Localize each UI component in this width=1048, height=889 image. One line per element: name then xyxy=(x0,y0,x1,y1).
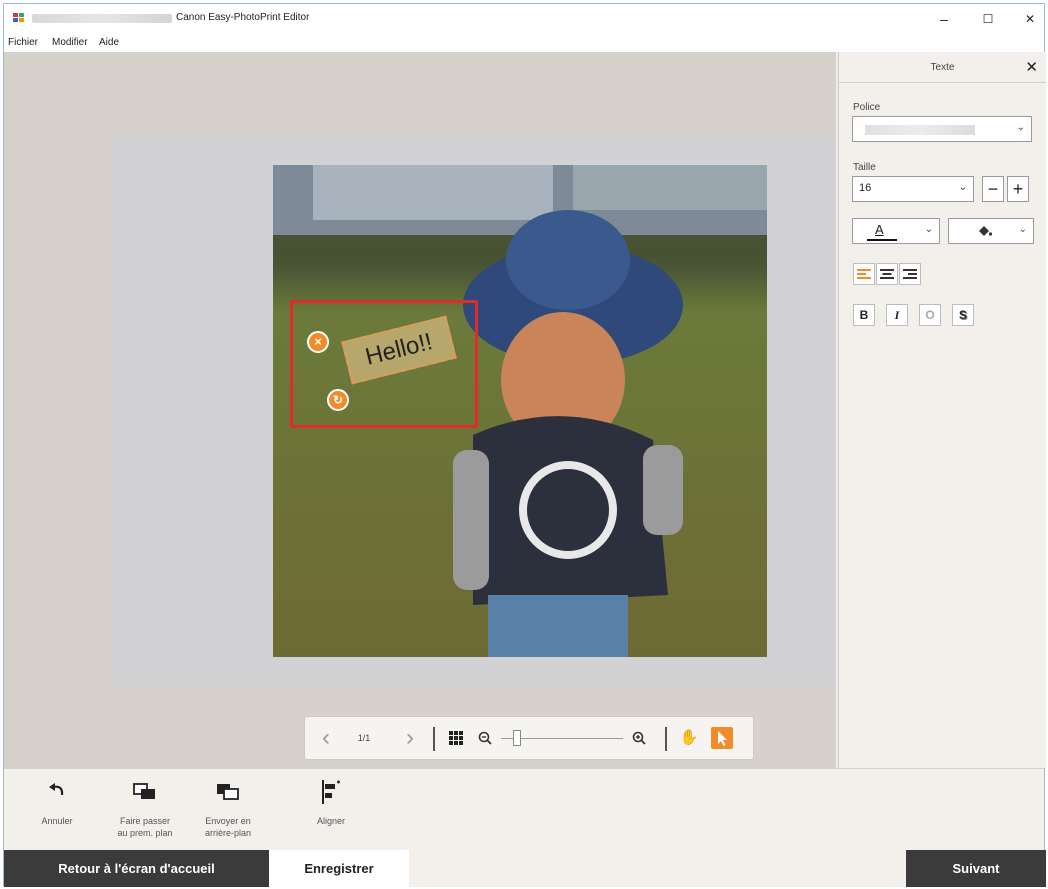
menu-bar: Fichier Modifier Aide xyxy=(4,34,1044,52)
align-left-button[interactable] xyxy=(853,263,875,285)
align-icon xyxy=(322,780,340,804)
panel-title: Texte xyxy=(930,62,955,73)
send-back-label-2: arrière-plan xyxy=(204,828,252,838)
align-right-button[interactable] xyxy=(899,263,921,285)
title-blurred-text xyxy=(32,14,172,23)
send-back-label-1: Envoyer en xyxy=(205,816,251,826)
app-icon xyxy=(13,13,24,22)
font-name-blurred xyxy=(865,125,975,135)
footer-bar: Retour à l'écran d'accueil Enregistrer S… xyxy=(4,850,1046,887)
chevron-down-icon: ⌄ xyxy=(958,182,967,193)
italic-button[interactable]: I xyxy=(886,304,908,326)
close-button[interactable]: ✕ xyxy=(1016,8,1044,30)
undo-button[interactable]: Annuler xyxy=(22,779,92,827)
undo-icon xyxy=(49,783,64,796)
separator xyxy=(433,727,435,751)
align-label: Aligner xyxy=(316,816,345,826)
text-panel: Texte ✕ Police ⌄ Taille 16 ⌄ − + A ⌄ ⌄ B… xyxy=(838,52,1046,768)
zoom-out-icon[interactable] xyxy=(475,717,495,759)
decrease-size-button[interactable]: − xyxy=(982,176,1004,202)
menu-aide[interactable]: Aide xyxy=(99,37,119,48)
text-color-icon: A xyxy=(875,222,884,237)
zoom-slider-thumb[interactable] xyxy=(513,730,521,746)
delete-handle-icon[interactable]: × xyxy=(307,331,329,353)
grid-view-icon[interactable] xyxy=(445,717,467,759)
command-bar: Annuler Faire passer au prem. plan Envoye… xyxy=(4,768,1044,850)
outline-button[interactable]: O xyxy=(919,304,941,326)
view-toolbar: ‹ 1/1 › ✋ xyxy=(304,716,754,760)
text-color-swatch xyxy=(867,239,897,241)
zoom-in-icon[interactable] xyxy=(629,717,649,759)
font-select[interactable]: ⌄ xyxy=(852,116,1032,142)
align-right-icon xyxy=(903,269,917,279)
undo-label: Annuler xyxy=(41,816,73,826)
next-button[interactable]: Suivant xyxy=(906,850,1046,887)
shadow-button[interactable]: S xyxy=(952,304,974,326)
bring-front-icon xyxy=(133,783,155,799)
size-label: Taille xyxy=(853,162,876,173)
canvas-area: Hello!! × ↻ ‹ 1/1 › ✋ xyxy=(4,52,836,768)
minimize-button[interactable]: – xyxy=(930,8,958,30)
page-indicator: 1/1 xyxy=(357,733,371,743)
send-back-icon xyxy=(217,784,239,800)
print-page: Hello!! × ↻ xyxy=(112,135,836,687)
photo[interactable]: Hello!! × ↻ xyxy=(273,165,767,657)
align-center-icon xyxy=(880,269,894,279)
home-button[interactable]: Retour à l'écran d'accueil xyxy=(4,850,269,887)
panel-close-icon[interactable]: ✕ xyxy=(1025,58,1038,76)
window-title: Canon Easy-PhotoPrint Editor xyxy=(176,12,310,23)
divider xyxy=(839,82,1046,83)
save-button[interactable]: Enregistrer xyxy=(269,850,409,887)
chevron-down-icon: ⌄ xyxy=(1018,224,1027,235)
align-button[interactable]: Aligner xyxy=(296,779,366,827)
bring-front-label-1: Faire passer xyxy=(119,816,171,826)
select-tool-icon[interactable] xyxy=(711,727,733,749)
maximize-button[interactable]: ☐ xyxy=(974,8,1002,30)
bring-to-front-button[interactable]: Faire passer au prem. plan xyxy=(110,779,180,839)
text-label-content: Hello!! xyxy=(362,328,436,371)
paint-bucket-icon xyxy=(979,226,993,236)
menu-fichier[interactable]: Fichier xyxy=(8,37,38,48)
menu-modifier[interactable]: Modifier xyxy=(52,37,88,48)
separator xyxy=(665,727,667,751)
send-to-back-button[interactable]: Envoyer en arrière-plan xyxy=(193,779,263,839)
bring-front-label-2: au prem. plan xyxy=(117,828,173,838)
font-label: Police xyxy=(853,102,881,113)
text-selection-box[interactable]: Hello!! × ↻ xyxy=(290,300,478,428)
bold-button[interactable]: B xyxy=(853,304,875,326)
hand-tool-icon[interactable]: ✋ xyxy=(677,717,701,759)
rotate-handle-icon[interactable]: ↻ xyxy=(327,389,349,411)
chevron-down-icon: ⌄ xyxy=(924,224,933,235)
size-value: 16 xyxy=(859,182,872,194)
text-label[interactable]: Hello!! xyxy=(341,315,457,385)
app-window: Canon Easy-PhotoPrint Editor – ☐ ✕ Fichi… xyxy=(3,3,1046,887)
next-page-button[interactable]: › xyxy=(397,717,423,759)
fill-color-select[interactable]: ⌄ xyxy=(948,218,1034,244)
size-select[interactable]: 16 ⌄ xyxy=(852,176,974,202)
align-center-button[interactable] xyxy=(876,263,898,285)
title-bar: Canon Easy-PhotoPrint Editor – ☐ ✕ xyxy=(4,4,1044,34)
chevron-down-icon: ⌄ xyxy=(1016,122,1025,133)
prev-page-button[interactable]: ‹ xyxy=(313,717,339,759)
align-left-icon xyxy=(857,269,871,279)
text-color-select[interactable]: A ⌄ xyxy=(852,218,940,244)
increase-size-button[interactable]: + xyxy=(1007,176,1029,202)
